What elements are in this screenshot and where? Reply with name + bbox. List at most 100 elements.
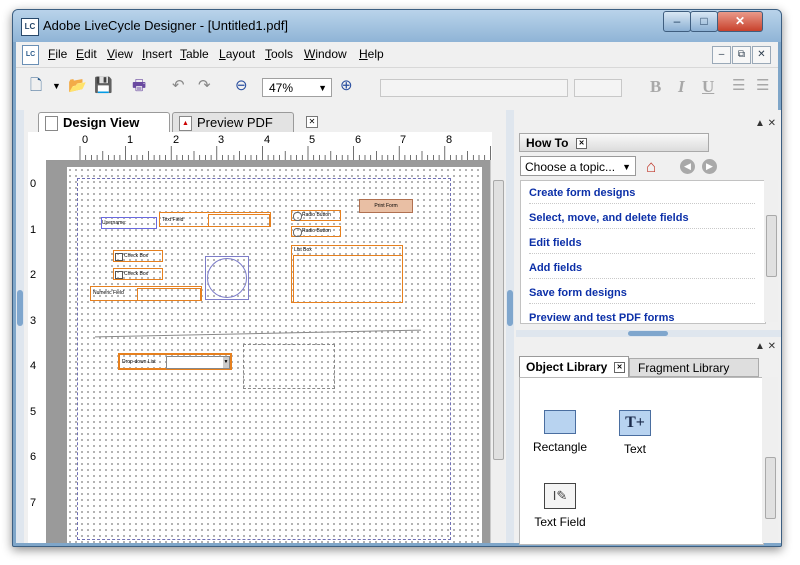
window-title: Adobe LiveCycle Designer - [Untitled1.pd… bbox=[43, 18, 288, 33]
menu-insert[interactable]: Insert bbox=[142, 47, 172, 61]
minimize-button[interactable]: – bbox=[663, 11, 691, 32]
zoom-select[interactable]: 47% ▼ bbox=[262, 78, 332, 97]
align-center-icon[interactable]: ☰ bbox=[756, 76, 769, 96]
zoom-out-icon[interactable]: ⊖ bbox=[235, 76, 248, 96]
howto-link[interactable]: Preview and test PDF forms bbox=[529, 312, 755, 323]
check-box-1[interactable]: Check Box bbox=[113, 250, 163, 262]
ruler-label-h2: 2 bbox=[173, 134, 180, 146]
zoom-in-icon[interactable]: ⊕ bbox=[340, 76, 353, 96]
ruler-label-h1: 1 bbox=[127, 134, 134, 146]
library-scrollbar[interactable] bbox=[762, 377, 778, 543]
left-panel-collapse[interactable] bbox=[16, 110, 24, 543]
palette-controls[interactable]: ▲ ✕ bbox=[755, 341, 776, 352]
new-dropdown-icon[interactable]: ▼ bbox=[52, 76, 61, 96]
close-button[interactable]: ✕ bbox=[717, 11, 763, 32]
scrollbar-thumb[interactable] bbox=[765, 457, 776, 519]
library-item-text-field[interactable]: I✎ Text Field bbox=[525, 483, 595, 529]
menu-window[interactable]: Window bbox=[304, 47, 347, 61]
library-item-rectangle[interactable]: Rectangle bbox=[525, 410, 595, 454]
numeric-field[interactable]: Numeric Field bbox=[90, 286, 202, 301]
topic-select[interactable]: Choose a topic... ▼ bbox=[520, 156, 636, 176]
tab-how-to[interactable]: How To ✕ bbox=[519, 133, 709, 152]
open-folder-icon[interactable]: 📂 bbox=[68, 76, 87, 96]
redo-icon[interactable]: ↷ bbox=[198, 76, 211, 96]
font-family-select[interactable] bbox=[380, 79, 568, 97]
close-tab-icon[interactable]: ✕ bbox=[306, 116, 318, 128]
ruler-label-v0: 0 bbox=[30, 178, 37, 190]
align-left-icon[interactable]: ☰ bbox=[732, 76, 745, 96]
ruler-label-v1: 1 bbox=[30, 224, 37, 236]
undo-icon[interactable]: ↶ bbox=[172, 76, 185, 96]
mdi-minimize-button[interactable]: – bbox=[712, 46, 731, 64]
close-icon[interactable]: ✕ bbox=[614, 362, 625, 373]
menu-table[interactable]: Table bbox=[180, 47, 209, 61]
circle-container[interactable] bbox=[205, 256, 249, 300]
back-icon[interactable]: ◀ bbox=[680, 159, 695, 174]
grip-icon bbox=[17, 290, 23, 326]
dropdown-list-input: ▼ bbox=[166, 356, 230, 369]
menu-layout[interactable]: Layout bbox=[219, 47, 255, 61]
palette-controls[interactable]: ▲ ✕ bbox=[755, 118, 776, 129]
object-library-label: Object Library bbox=[526, 360, 608, 374]
design-canvas[interactable]: Print Form Username: Text Field Radio Bu… bbox=[47, 161, 490, 543]
home-icon[interactable]: ⌂ bbox=[646, 157, 656, 177]
menu-help[interactable]: Help bbox=[359, 47, 384, 61]
grip-icon bbox=[628, 331, 668, 336]
ruler-label-h4: 4 bbox=[264, 134, 271, 146]
bold-button[interactable]: B bbox=[650, 77, 661, 97]
ruler-label-v5: 5 bbox=[30, 406, 37, 418]
maximize-button[interactable]: □ bbox=[690, 11, 718, 32]
new-document-icon[interactable]: 🗋 bbox=[30, 76, 42, 96]
check-box-2[interactable]: Check Box bbox=[113, 268, 163, 280]
fragment-library-label: Fragment Library bbox=[638, 361, 730, 375]
print-form-button[interactable]: Print Form bbox=[359, 199, 413, 213]
radio-button-2[interactable]: Radio Button bbox=[291, 226, 341, 237]
grip-icon bbox=[507, 290, 513, 326]
horizontal-ruler[interactable]: 0 1 2 3 4 5 6 7 8 bbox=[46, 132, 492, 161]
menu-tools[interactable]: Tools bbox=[265, 47, 293, 61]
howto-link[interactable]: Save form designs bbox=[529, 287, 755, 304]
close-icon[interactable]: ✕ bbox=[576, 138, 587, 149]
howto-link[interactable]: Select, move, and delete fields bbox=[529, 212, 755, 229]
tab-design-view[interactable]: Design View bbox=[38, 112, 170, 133]
library-item-text[interactable]: T+ Text bbox=[600, 410, 670, 456]
underline-button[interactable]: U bbox=[702, 77, 714, 97]
form-page[interactable]: Print Form Username: Text Field Radio Bu… bbox=[67, 167, 482, 543]
image-placeholder[interactable] bbox=[243, 344, 335, 389]
palette-splitter[interactable] bbox=[516, 330, 781, 337]
italic-button[interactable]: I bbox=[678, 77, 685, 97]
howto-link[interactable]: Edit fields bbox=[529, 237, 755, 254]
howto-palette: ▲ ✕ How To ✕ Choose a topic... ▼ ⌂ ◀ ▶ C… bbox=[516, 110, 781, 330]
howto-scrollbar[interactable] bbox=[764, 180, 778, 322]
radio-button-1[interactable]: Radio Button bbox=[291, 210, 341, 221]
page-icon bbox=[45, 116, 58, 131]
username-field[interactable]: Username: bbox=[101, 217, 157, 229]
radio-button-1-label: Radio Button bbox=[302, 212, 331, 218]
mdi-restore-button[interactable]: ⧉ bbox=[732, 46, 751, 64]
scrollbar-thumb[interactable] bbox=[493, 180, 504, 460]
tab-preview-pdf[interactable]: ▲ Preview PDF bbox=[172, 112, 294, 133]
tab-fragment-library[interactable]: Fragment Library bbox=[629, 358, 759, 377]
forward-icon[interactable]: ▶ bbox=[702, 159, 717, 174]
howto-link[interactable]: Add fields bbox=[529, 262, 755, 279]
library-palette: ▲ ✕ Object Library ✕ Fragment Library Re… bbox=[516, 337, 781, 545]
howto-link[interactable]: Create form designs bbox=[529, 187, 755, 204]
vertical-ruler[interactable]: 0 1 2 3 4 5 6 7 bbox=[28, 160, 47, 543]
menu-view[interactable]: View bbox=[107, 47, 133, 61]
mdi-close-button[interactable]: ✕ bbox=[752, 46, 771, 64]
menu-edit[interactable]: Edit bbox=[76, 47, 97, 61]
library-item-label: Text Field bbox=[534, 515, 586, 529]
scrollbar-thumb[interactable] bbox=[766, 215, 777, 277]
menu-file[interactable]: File bbox=[48, 47, 67, 61]
text-field[interactable]: Text Field bbox=[159, 212, 271, 227]
document-icon[interactable]: LC bbox=[22, 45, 39, 65]
rectangle-icon bbox=[544, 410, 576, 434]
print-icon[interactable]: 🖶 bbox=[132, 76, 146, 96]
tab-object-library[interactable]: Object Library ✕ bbox=[519, 356, 629, 377]
list-box[interactable]: List Box bbox=[291, 245, 403, 303]
save-icon[interactable]: 💾 bbox=[94, 76, 113, 96]
right-panel-collapse[interactable] bbox=[506, 110, 514, 543]
font-size-select[interactable] bbox=[574, 79, 622, 97]
dropdown-list[interactable]: Drop-down List ▼ bbox=[118, 353, 232, 370]
canvas-scrollbar[interactable] bbox=[490, 160, 505, 543]
